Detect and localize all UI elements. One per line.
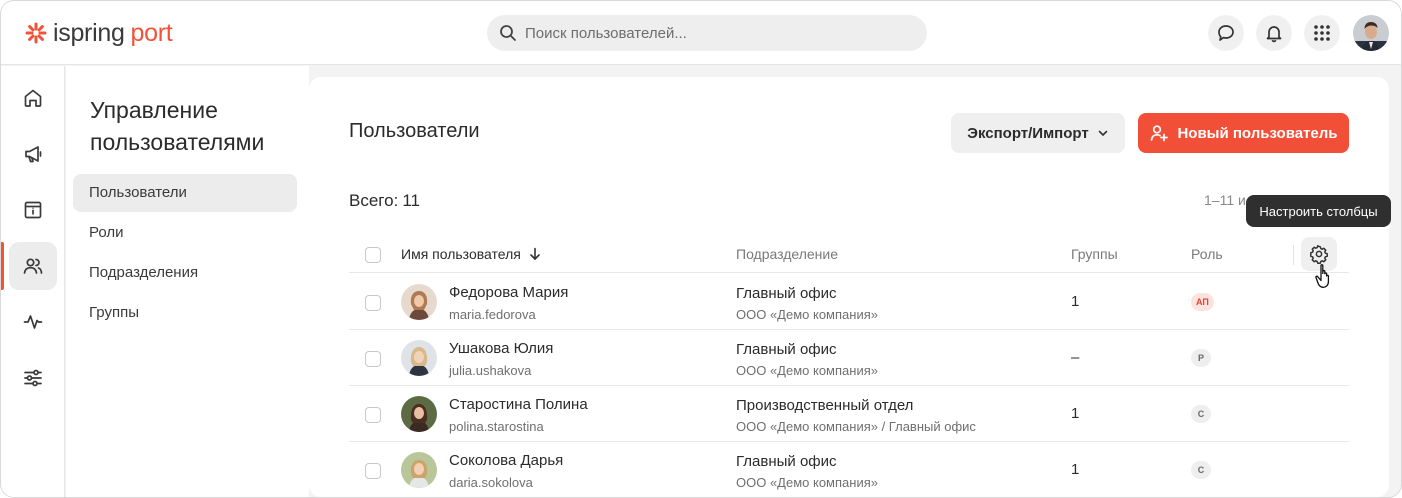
user-login: maria.fedorova (449, 307, 536, 322)
nav-item-groups[interactable]: Группы (73, 294, 297, 332)
nav-item-departments[interactable]: Подразделения (73, 254, 297, 292)
table-row[interactable]: Старостина Полина polina.starostina Прои… (349, 386, 1349, 442)
user-name[interactable]: Соколова Дарья (449, 452, 563, 469)
apps-grid-icon (1314, 25, 1330, 41)
app-window: ispring port Поиск пользователей... Упра… (0, 0, 1402, 498)
rail-settings[interactable] (9, 354, 57, 402)
megaphone-icon (25, 146, 42, 163)
logo-mark-icon (25, 22, 47, 44)
user-avatar[interactable] (1353, 15, 1389, 51)
user-name[interactable]: Ушакова Юлия (449, 340, 553, 357)
logo[interactable]: ispring port (25, 18, 173, 47)
user-name[interactable]: Федорова Мария (449, 284, 568, 301)
bell-icon (1266, 26, 1282, 43)
role-badge: АП (1191, 293, 1214, 311)
gear-icon (1310, 245, 1328, 264)
organization-name: ООО «Демо компания» (736, 307, 878, 322)
row-checkbox[interactable] (365, 407, 381, 423)
rail-home[interactable] (9, 74, 57, 122)
department-name: Главный офис (736, 341, 837, 358)
groups-count: 1 (1071, 405, 1080, 422)
users-icon (23, 258, 43, 274)
active-indicator (1, 242, 4, 290)
avatar (401, 284, 437, 320)
arrow-down-icon (530, 247, 540, 260)
row-checkbox[interactable] (365, 463, 381, 479)
logo-text: ispring port (53, 18, 173, 47)
new-user-button[interactable]: Новый пользователь (1138, 113, 1349, 153)
total-label: Всего: (349, 191, 399, 210)
select-all-checkbox[interactable] (365, 247, 381, 263)
search-box[interactable] (487, 15, 927, 51)
hand-cursor-icon (1315, 264, 1330, 288)
column-groups-header[interactable]: Группы (1071, 246, 1118, 262)
total-value: 11 (402, 191, 420, 210)
role-badge: Р (1191, 349, 1211, 367)
nav-item-users[interactable]: Пользователи (73, 174, 297, 212)
page-title: Пользователи (349, 120, 480, 142)
role-badge: С (1191, 461, 1211, 479)
column-name-header[interactable]: Имя пользователя (401, 246, 541, 262)
user-name[interactable]: Старостина Полина (449, 396, 588, 413)
chat-icon (1218, 25, 1234, 41)
groups-count: – (1071, 349, 1080, 366)
row-checkbox[interactable] (365, 295, 381, 311)
export-import-button[interactable]: Экспорт/Импорт (951, 113, 1125, 153)
column-department-header[interactable]: Подразделение (736, 246, 838, 262)
column-role-header[interactable]: Роль (1191, 246, 1223, 262)
avatar (401, 452, 437, 488)
new-user-label: Новый пользователь (1177, 124, 1338, 142)
rail-analytics[interactable] (9, 298, 57, 346)
table-row[interactable]: Федорова Мария maria.fedorova Главный оф… (349, 274, 1349, 330)
user-login: daria.sokolova (449, 475, 533, 490)
section-title: Управление пользователями (90, 97, 265, 155)
table-header: Имя пользователя Подразделение Группы Ро… (349, 237, 1349, 273)
user-login: polina.starostina (449, 419, 544, 434)
department-name: Производственный отдел (736, 397, 914, 414)
table-row[interactable]: Ушакова Юлия julia.ushakova Главный офис… (349, 330, 1349, 386)
department-name: Главный офис (736, 285, 837, 302)
user-login: julia.ushakova (449, 363, 532, 378)
section-nav: Управление пользователями Пользователи Р… (66, 66, 309, 497)
main-card: Пользователи Экспорт/Импорт Новый пользо… (309, 77, 1391, 497)
organization-name: ООО «Демо компания» (736, 363, 878, 378)
export-import-label: Экспорт/Импорт (967, 124, 1089, 142)
groups-count: 1 (1071, 293, 1080, 310)
user-avatar-image (1353, 15, 1389, 51)
organization-name: ООО «Демо компания» / Главный офис (736, 419, 976, 434)
row-checkbox[interactable] (365, 351, 381, 367)
organization-name: ООО «Демо компания» (736, 475, 878, 490)
avatar (401, 340, 437, 376)
sliders-icon (24, 369, 42, 387)
search-icon (500, 25, 516, 41)
configure-columns-tooltip: Настроить столбцы (1246, 195, 1391, 227)
pagination-text: 1–11 и (1204, 192, 1246, 208)
department-name: Главный офис (736, 453, 837, 470)
chat-button[interactable] (1208, 15, 1244, 51)
search-input[interactable] (525, 24, 905, 42)
chevron-down-icon (1098, 130, 1108, 136)
total-count: Всего: 11 (349, 191, 420, 211)
rail-catalog[interactable] (9, 186, 57, 234)
nav-item-roles[interactable]: Роли (73, 214, 297, 252)
groups-count: 1 (1071, 461, 1080, 478)
add-user-icon (1151, 125, 1169, 142)
avatar (401, 396, 437, 432)
rail-news[interactable] (9, 130, 57, 178)
home-icon (24, 89, 42, 107)
left-rail (1, 66, 65, 497)
header-divider (1293, 245, 1294, 265)
role-badge: С (1191, 405, 1211, 423)
top-bar: ispring port (1, 1, 1401, 65)
activity-icon (23, 315, 43, 329)
column-name-label: Имя пользователя (401, 246, 521, 262)
info-box-icon (24, 201, 42, 219)
notifications-button[interactable] (1256, 15, 1292, 51)
rail-users[interactable] (9, 242, 57, 290)
apps-button[interactable] (1304, 15, 1340, 51)
table-row[interactable]: Соколова Дарья daria.sokolova Главный оф… (349, 442, 1349, 497)
